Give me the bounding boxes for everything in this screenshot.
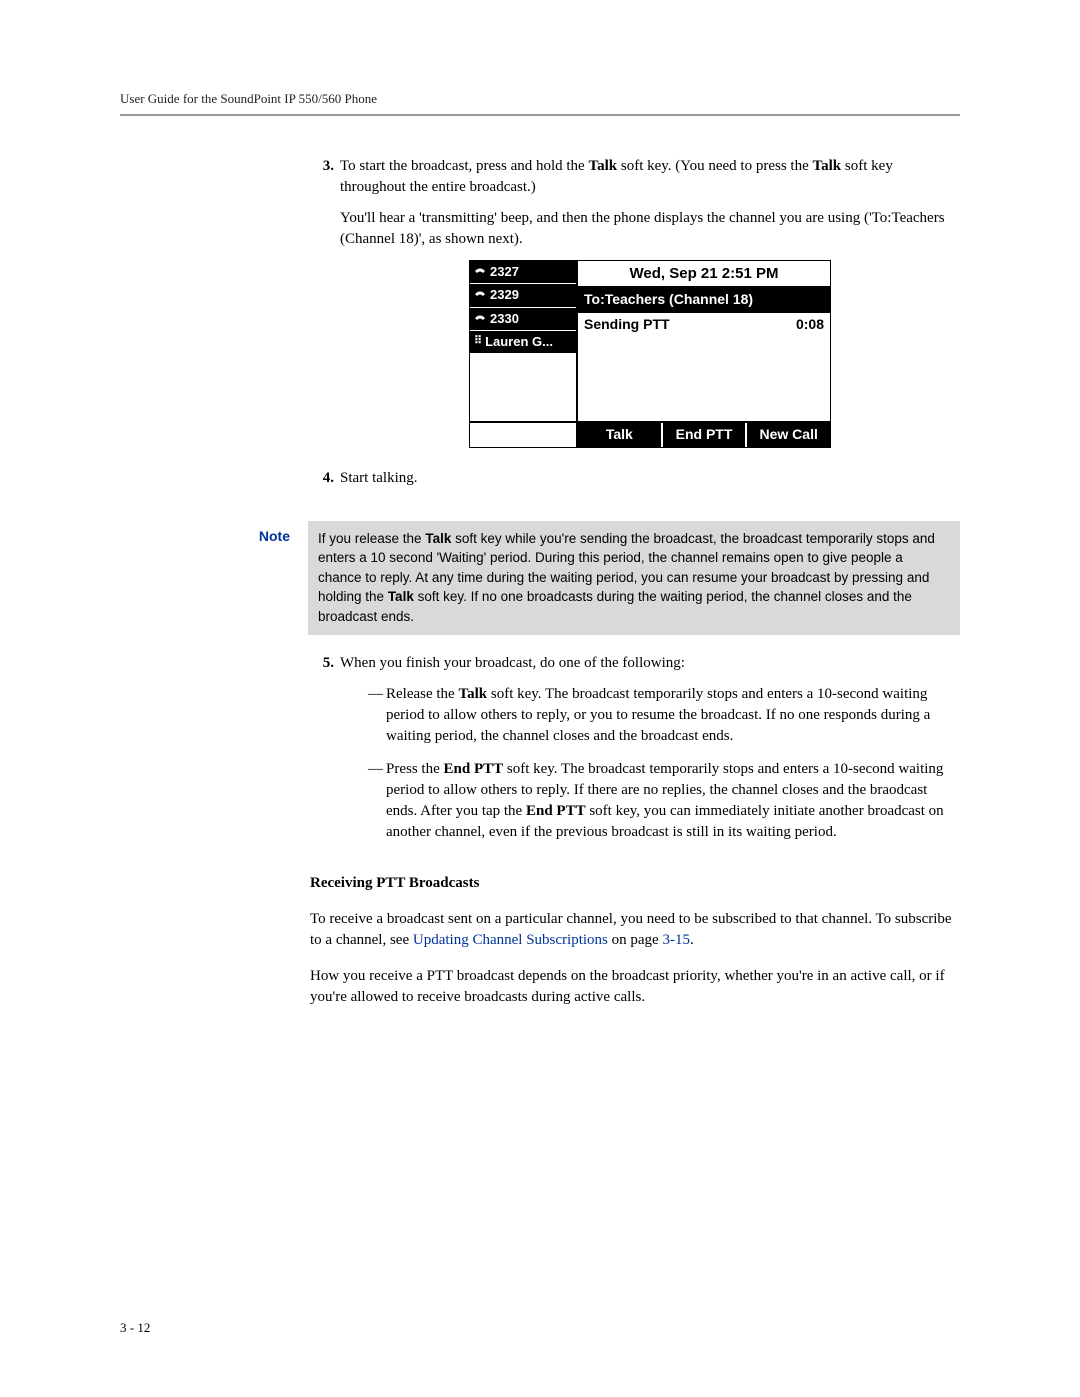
page-reference-link[interactable]: 3-15 (662, 932, 690, 948)
line-label: Lauren G... (485, 333, 553, 351)
text: Press the (386, 761, 444, 777)
step-body: Start talking. (340, 468, 960, 499)
end-ptt-keyword: End PTT (526, 803, 586, 819)
page: User Guide for the SoundPoint IP 550/560… (0, 0, 1080, 1397)
phone-icon (474, 267, 486, 277)
timer: 0:08 (796, 315, 824, 335)
text: soft key. (You need to press the (617, 158, 812, 174)
text: Release the (386, 686, 458, 702)
text: Start talking. (340, 468, 960, 489)
line-key: ⠿ Lauren G... (470, 331, 576, 353)
dash-list: — Release the Talk soft key. The broadca… (368, 684, 960, 843)
text: If you release the (318, 531, 425, 546)
line-key: 2327 (470, 261, 576, 284)
step-3: 3. To start the broadcast, press and hol… (310, 156, 960, 458)
text: When you finish your broadcast, do one o… (340, 653, 960, 674)
talk-keyword: Talk (813, 158, 842, 174)
step-body: When you finish your broadcast, do one o… (340, 653, 960, 855)
sending-label: Sending PTT (584, 315, 670, 335)
phone-screenshot: 2327 2329 2330 ⠿ (469, 260, 831, 448)
step-number: 4. (310, 468, 334, 499)
subheading-receiving-ptt: Receiving PTT Broadcasts (310, 873, 960, 894)
phone-to-line: To:Teachers (Channel 18) (578, 288, 830, 312)
note-body: If you release the Talk soft key while y… (308, 521, 960, 635)
content-block: 3. To start the broadcast, press and hol… (310, 156, 960, 499)
end-ptt-keyword: End PTT (444, 761, 504, 777)
dash-bullet: — (368, 684, 386, 747)
phone-status-line: Sending PTT 0:08 (578, 312, 830, 337)
running-header: User Guide for the SoundPoint IP 550/560… (120, 90, 960, 108)
phone-icon (474, 290, 486, 300)
step-4: 4. Start talking. (310, 468, 960, 499)
paragraph: To receive a broadcast sent on a particu… (310, 909, 960, 951)
text: To start the broadcast, press and hold t… (340, 158, 588, 174)
text: . (690, 932, 694, 948)
line-key: 2329 (470, 284, 576, 307)
softkey-talk: Talk (578, 423, 663, 447)
talk-keyword: Talk (425, 531, 451, 546)
dash-bullet: — (368, 759, 386, 843)
line-label: 2327 (490, 263, 519, 281)
line-label: 2329 (490, 286, 519, 304)
header-rule (120, 114, 960, 116)
phone-line-keys: 2327 2329 2330 ⠿ (470, 261, 576, 421)
talk-keyword: Talk (388, 589, 414, 604)
dash-item: — Release the Talk soft key. The broadca… (368, 684, 960, 747)
dash-item: — Press the End PTT soft key. The broadc… (368, 759, 960, 843)
step-number: 3. (310, 156, 334, 458)
step-number: 5. (310, 653, 334, 855)
line-label: 2330 (490, 310, 519, 328)
talk-keyword: Talk (458, 686, 487, 702)
text: You'll hear a 'transmitting' beep, and t… (340, 208, 960, 250)
softkey-new-call: New Call (747, 423, 830, 447)
line-key: 2330 (470, 308, 576, 331)
talk-keyword: Talk (588, 158, 617, 174)
phone-icon (474, 314, 486, 324)
content-block: 5. When you finish your broadcast, do on… (310, 653, 960, 1008)
phone-datetime: Wed, Sep 21 2:51 PM (578, 261, 830, 288)
softkey-end-ptt: End PTT (663, 423, 748, 447)
note-block: Note If you release the Talk soft key wh… (120, 521, 960, 635)
text: on page (608, 932, 663, 948)
page-number: 3 - 12 (120, 1319, 150, 1337)
phone-main: Wed, Sep 21 2:51 PM To:Teachers (Channel… (576, 261, 830, 421)
softkey-bar: Talk End PTT New Call (470, 421, 830, 447)
step-body: To start the broadcast, press and hold t… (340, 156, 960, 458)
cross-reference-link[interactable]: Updating Channel Subscriptions (413, 932, 608, 948)
note-label: Note (120, 521, 290, 635)
paragraph: How you receive a PTT broadcast depends … (310, 966, 960, 1008)
step-5: 5. When you finish your broadcast, do on… (310, 653, 960, 855)
grid-icon: ⠿ (474, 334, 481, 349)
